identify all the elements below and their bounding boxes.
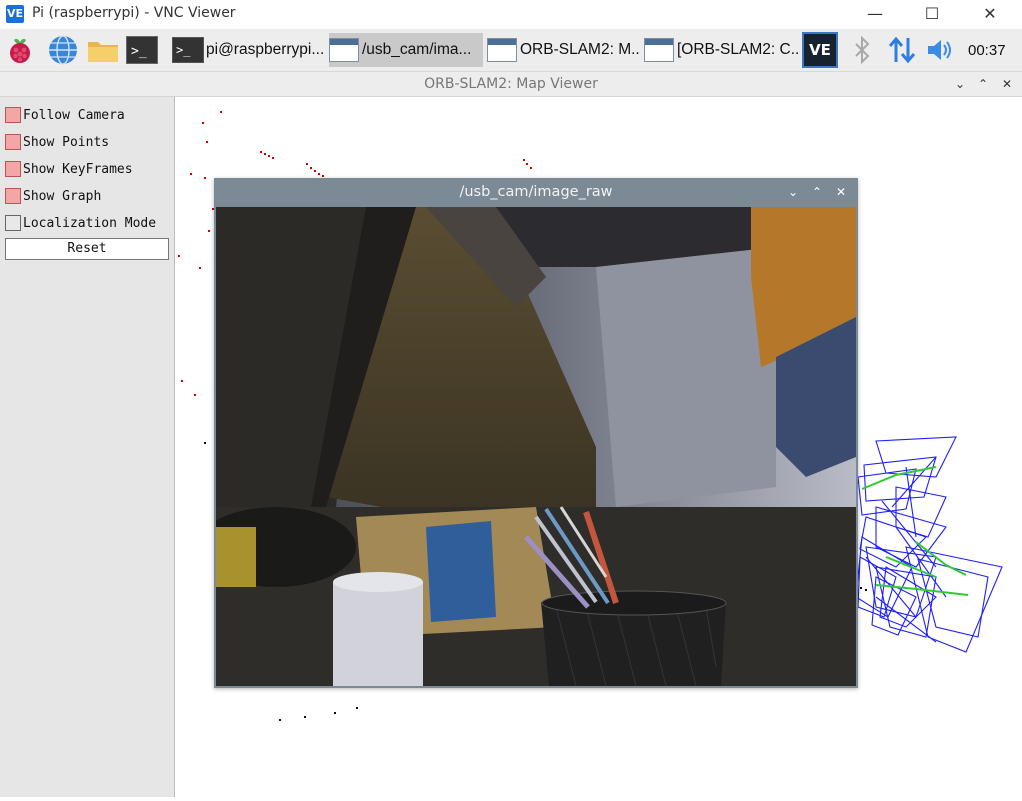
file-manager-icon[interactable]	[86, 34, 118, 66]
show-keyframes-checkbox[interactable]: Show KeyFrames	[5, 160, 133, 178]
vnc-titlebar: VE Pi (raspberrypi) - VNC Viewer — ☐ ✕	[0, 0, 1022, 29]
checkbox-label: Show KeyFrames	[23, 161, 133, 177]
checkbox-box	[5, 107, 21, 123]
camera-frame	[216, 207, 856, 686]
vnc-window-title: Pi (raspberrypi) - VNC Viewer	[32, 5, 236, 21]
terminal-icon[interactable]: >_	[126, 36, 158, 64]
checkbox-label: Show Points	[23, 134, 110, 150]
show-points-checkbox[interactable]: Show Points	[5, 133, 109, 151]
raspberry-menu-icon[interactable]	[4, 34, 36, 66]
map-viewer-title: ORB-SLAM2: Map Viewer	[424, 76, 598, 92]
close-button[interactable]: ✕	[970, 2, 1010, 26]
image-window-title: /usb_cam/image_raw	[459, 184, 613, 200]
show-graph-checkbox[interactable]: Show Graph	[5, 187, 101, 205]
bluetooth-icon[interactable]	[850, 34, 882, 66]
task-label: ORB-SLAM2: M...	[520, 41, 639, 58]
window-icon	[329, 38, 359, 62]
follow-camera-checkbox[interactable]: Follow Camera	[5, 106, 125, 124]
maximize-button[interactable]: ☐	[912, 2, 952, 26]
task-label: /usb_cam/ima...	[362, 41, 472, 58]
taskbar: >_ >_ pi@raspberrypi... /usb_cam/ima... …	[0, 29, 1022, 72]
close-button[interactable]: ✕	[997, 75, 1017, 93]
checkbox-label: Show Graph	[23, 188, 102, 204]
clock[interactable]: 00:37	[968, 42, 1006, 59]
close-button[interactable]: ✕	[832, 183, 850, 201]
checkbox-box	[5, 188, 21, 204]
task-label: pi@raspberrypi...	[206, 41, 324, 58]
task-map-viewer[interactable]: ORB-SLAM2: M...	[487, 33, 639, 67]
collapse-button[interactable]: ⌄	[950, 75, 970, 93]
checkbox-box	[5, 215, 21, 231]
checkbox-label: Follow Camera	[23, 107, 125, 123]
camera-image	[216, 207, 856, 686]
vnc-tray-icon[interactable]: VE	[802, 32, 838, 68]
volume-icon[interactable]	[925, 34, 957, 66]
minimize-button[interactable]: —	[855, 2, 895, 26]
checkbox-box	[5, 161, 21, 177]
vnc-logo-icon: VE	[6, 5, 24, 23]
image-window-titlebar[interactable]: /usb_cam/image_raw ⌄ ⌃ ✕	[214, 178, 858, 207]
task-terminal[interactable]: >_ pi@raspberrypi...	[172, 33, 324, 67]
expand-button[interactable]: ⌃	[973, 75, 993, 93]
reset-button[interactable]: Reset	[5, 238, 169, 260]
terminal-icon: >_	[172, 37, 204, 63]
expand-button[interactable]: ⌃	[808, 183, 826, 201]
collapse-button[interactable]: ⌄	[784, 183, 802, 201]
image-raw-window[interactable]: /usb_cam/image_raw ⌄ ⌃ ✕	[214, 178, 858, 688]
localization-mode-checkbox[interactable]: Localization Mode	[5, 214, 156, 232]
control-panel: Follow Camera Show Points Show KeyFrames…	[0, 97, 175, 797]
task-usb-cam[interactable]: /usb_cam/ima...	[329, 33, 483, 67]
window-icon	[487, 38, 517, 62]
checkbox-label: Localization Mode	[23, 215, 157, 231]
task-label: [ORB-SLAM2: C...	[677, 41, 798, 58]
network-transfer-icon[interactable]	[887, 34, 919, 66]
map-viewer-titlebar: ORB-SLAM2: Map Viewer ⌄ ⌃ ✕	[0, 72, 1022, 97]
web-browser-icon[interactable]	[47, 34, 79, 66]
window-icon	[644, 38, 674, 62]
task-current-frame[interactable]: [ORB-SLAM2: C...	[644, 33, 798, 67]
checkbox-box	[5, 134, 21, 150]
